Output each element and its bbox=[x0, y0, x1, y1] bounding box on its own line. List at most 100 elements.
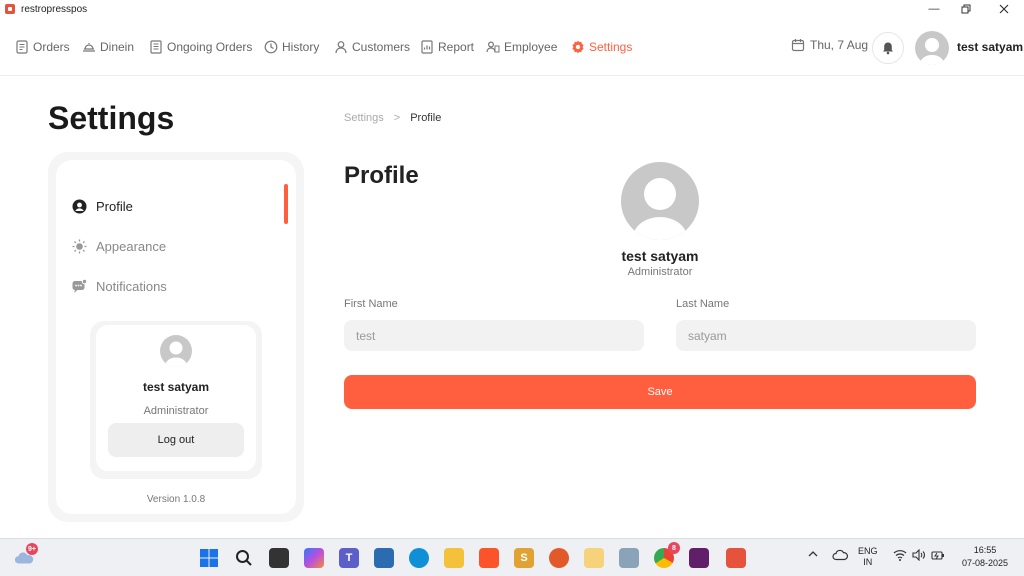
wifi-glyph bbox=[893, 550, 907, 561]
sidebar-item-appearance[interactable]: Appearance bbox=[72, 236, 166, 256]
profile-role: Administrator bbox=[627, 266, 693, 278]
sidebar-item-notifications[interactable]: Notifications bbox=[72, 276, 167, 296]
user-avatar-icon bbox=[633, 178, 687, 240]
speaker-glyph bbox=[912, 548, 925, 562]
onedrive-icon[interactable] bbox=[832, 549, 849, 563]
first-name-label: First Name bbox=[344, 298, 398, 310]
weather-badge: 9+ bbox=[26, 543, 38, 555]
nav-item-label: Ongoing Orders bbox=[167, 40, 253, 54]
report-icon bbox=[421, 40, 433, 54]
customers-icon bbox=[335, 41, 347, 54]
minimize-button[interactable]: — bbox=[916, 0, 952, 18]
file-explorer-icon[interactable] bbox=[444, 548, 464, 568]
taskbar-search[interactable] bbox=[234, 548, 254, 568]
profile-avatar[interactable] bbox=[621, 162, 699, 240]
tray-overflow-icon[interactable] bbox=[808, 549, 818, 561]
logout-button[interactable]: Log out bbox=[108, 423, 244, 457]
chrome-icon[interactable]: 8 bbox=[654, 542, 680, 568]
employee-icon bbox=[486, 41, 500, 53]
edge-icon[interactable] bbox=[409, 548, 429, 568]
avatar[interactable] bbox=[915, 31, 949, 65]
last-name-field[interactable] bbox=[676, 320, 976, 351]
nav-item-orders[interactable]: Orders bbox=[15, 38, 70, 56]
nav-item-customers[interactable]: Customers bbox=[334, 38, 410, 56]
window-title: restropresspos bbox=[21, 3, 88, 15]
breadcrumb-settings[interactable]: Settings bbox=[344, 112, 384, 124]
profile-name: test satyam bbox=[621, 248, 699, 264]
cloud-outline-icon bbox=[832, 549, 849, 561]
save-button[interactable]: Save bbox=[344, 375, 976, 409]
nav-item-label: History bbox=[282, 40, 320, 54]
settings-menu: Profile Appearance Notifications test sa… bbox=[56, 160, 296, 514]
sidebar-scroll-indicator[interactable] bbox=[284, 184, 288, 224]
breadcrumb: Settings > Profile bbox=[344, 112, 441, 124]
nav-item-history[interactable]: History bbox=[264, 38, 319, 56]
history-icon bbox=[264, 40, 278, 54]
app-version: Version 1.0.8 bbox=[146, 494, 206, 505]
app-icon bbox=[5, 4, 15, 14]
search-icon bbox=[236, 550, 252, 566]
brave-icon[interactable] bbox=[479, 548, 499, 568]
copilot-icon[interactable] bbox=[304, 548, 324, 568]
user-card: test satyam Administrator Log out bbox=[90, 321, 262, 479]
restore-icon bbox=[961, 4, 971, 14]
close-button[interactable] bbox=[986, 0, 1022, 18]
task-view-icon[interactable] bbox=[269, 548, 289, 568]
nav-item-employee[interactable]: Employee bbox=[486, 38, 557, 56]
start-button[interactable] bbox=[199, 548, 219, 568]
region-code: IN bbox=[863, 557, 873, 567]
notification-chat-icon bbox=[72, 278, 87, 293]
user-card-name: test satyam bbox=[142, 380, 210, 394]
nav-item-label: Employee bbox=[504, 40, 558, 54]
calendar-icon bbox=[791, 39, 805, 52]
notifications-button[interactable] bbox=[872, 32, 904, 64]
clock-date: 07-08-2025 bbox=[961, 558, 1009, 568]
nav-item-label: Orders bbox=[33, 40, 70, 54]
nav-item-report[interactable]: Report bbox=[420, 38, 474, 56]
teams-icon[interactable]: T bbox=[339, 548, 359, 568]
sun-icon bbox=[72, 239, 87, 253]
user-circle-icon bbox=[72, 199, 87, 213]
language-indicator[interactable]: ENG IN bbox=[858, 546, 878, 568]
breadcrumb-separator: > bbox=[393, 112, 401, 124]
first-name-field[interactable] bbox=[344, 320, 644, 351]
screenshot-icon[interactable] bbox=[619, 548, 639, 568]
nav-item-ongoing-orders[interactable]: Ongoing Orders bbox=[149, 38, 252, 56]
volume-icon[interactable] bbox=[912, 548, 926, 563]
user-avatar-icon bbox=[920, 38, 944, 65]
user-name[interactable]: test satyam bbox=[957, 40, 1023, 54]
taskbar: 9+ T S 8 ENG IN 16:55 07-08-2025 bbox=[0, 538, 1024, 576]
profile-heading: Profile bbox=[344, 162, 419, 189]
top-navigation: Orders Dinein Ongoing Orders History Cus… bbox=[0, 18, 1024, 76]
nav-item-dinein[interactable]: Dinein bbox=[82, 38, 134, 56]
wifi-icon[interactable] bbox=[893, 549, 907, 563]
chrome-badge: 8 bbox=[668, 542, 680, 554]
orders-icon bbox=[16, 40, 28, 54]
notes-icon[interactable] bbox=[584, 548, 604, 568]
battery-glyph bbox=[931, 551, 944, 560]
firefox-icon[interactable] bbox=[549, 548, 569, 568]
store-icon[interactable] bbox=[374, 548, 394, 568]
system-clock[interactable]: 16:55 07-08-2025 bbox=[954, 544, 1016, 570]
breadcrumb-current: Profile bbox=[410, 112, 442, 124]
restropresspos-taskbar-icon[interactable] bbox=[726, 548, 746, 568]
date-display: Thu, 7 Aug bbox=[791, 38, 868, 52]
nav-item-label: Settings bbox=[589, 40, 633, 54]
restore-button[interactable] bbox=[948, 0, 984, 18]
clock-time: 16:55 bbox=[973, 545, 997, 555]
user-avatar-icon bbox=[165, 341, 187, 367]
nav-item-label: Report bbox=[438, 40, 475, 54]
battery-icon[interactable] bbox=[931, 549, 945, 563]
sidebar-item-profile[interactable]: Profile bbox=[72, 196, 133, 216]
close-icon bbox=[999, 4, 1009, 14]
nav-item-label: Customers bbox=[352, 40, 411, 54]
sidebar-item-label: Notifications bbox=[96, 278, 167, 294]
sublime-icon[interactable]: S bbox=[514, 548, 534, 568]
nav-item-label: Dinein bbox=[100, 40, 135, 54]
dinein-icon bbox=[83, 43, 95, 52]
sidebar-item-label: Profile bbox=[96, 198, 133, 214]
weather-widget[interactable]: 9+ bbox=[14, 543, 38, 568]
nav-item-settings[interactable]: Settings bbox=[571, 38, 632, 56]
slack-icon[interactable] bbox=[689, 548, 709, 568]
current-date: Thu, 7 Aug bbox=[810, 38, 869, 52]
